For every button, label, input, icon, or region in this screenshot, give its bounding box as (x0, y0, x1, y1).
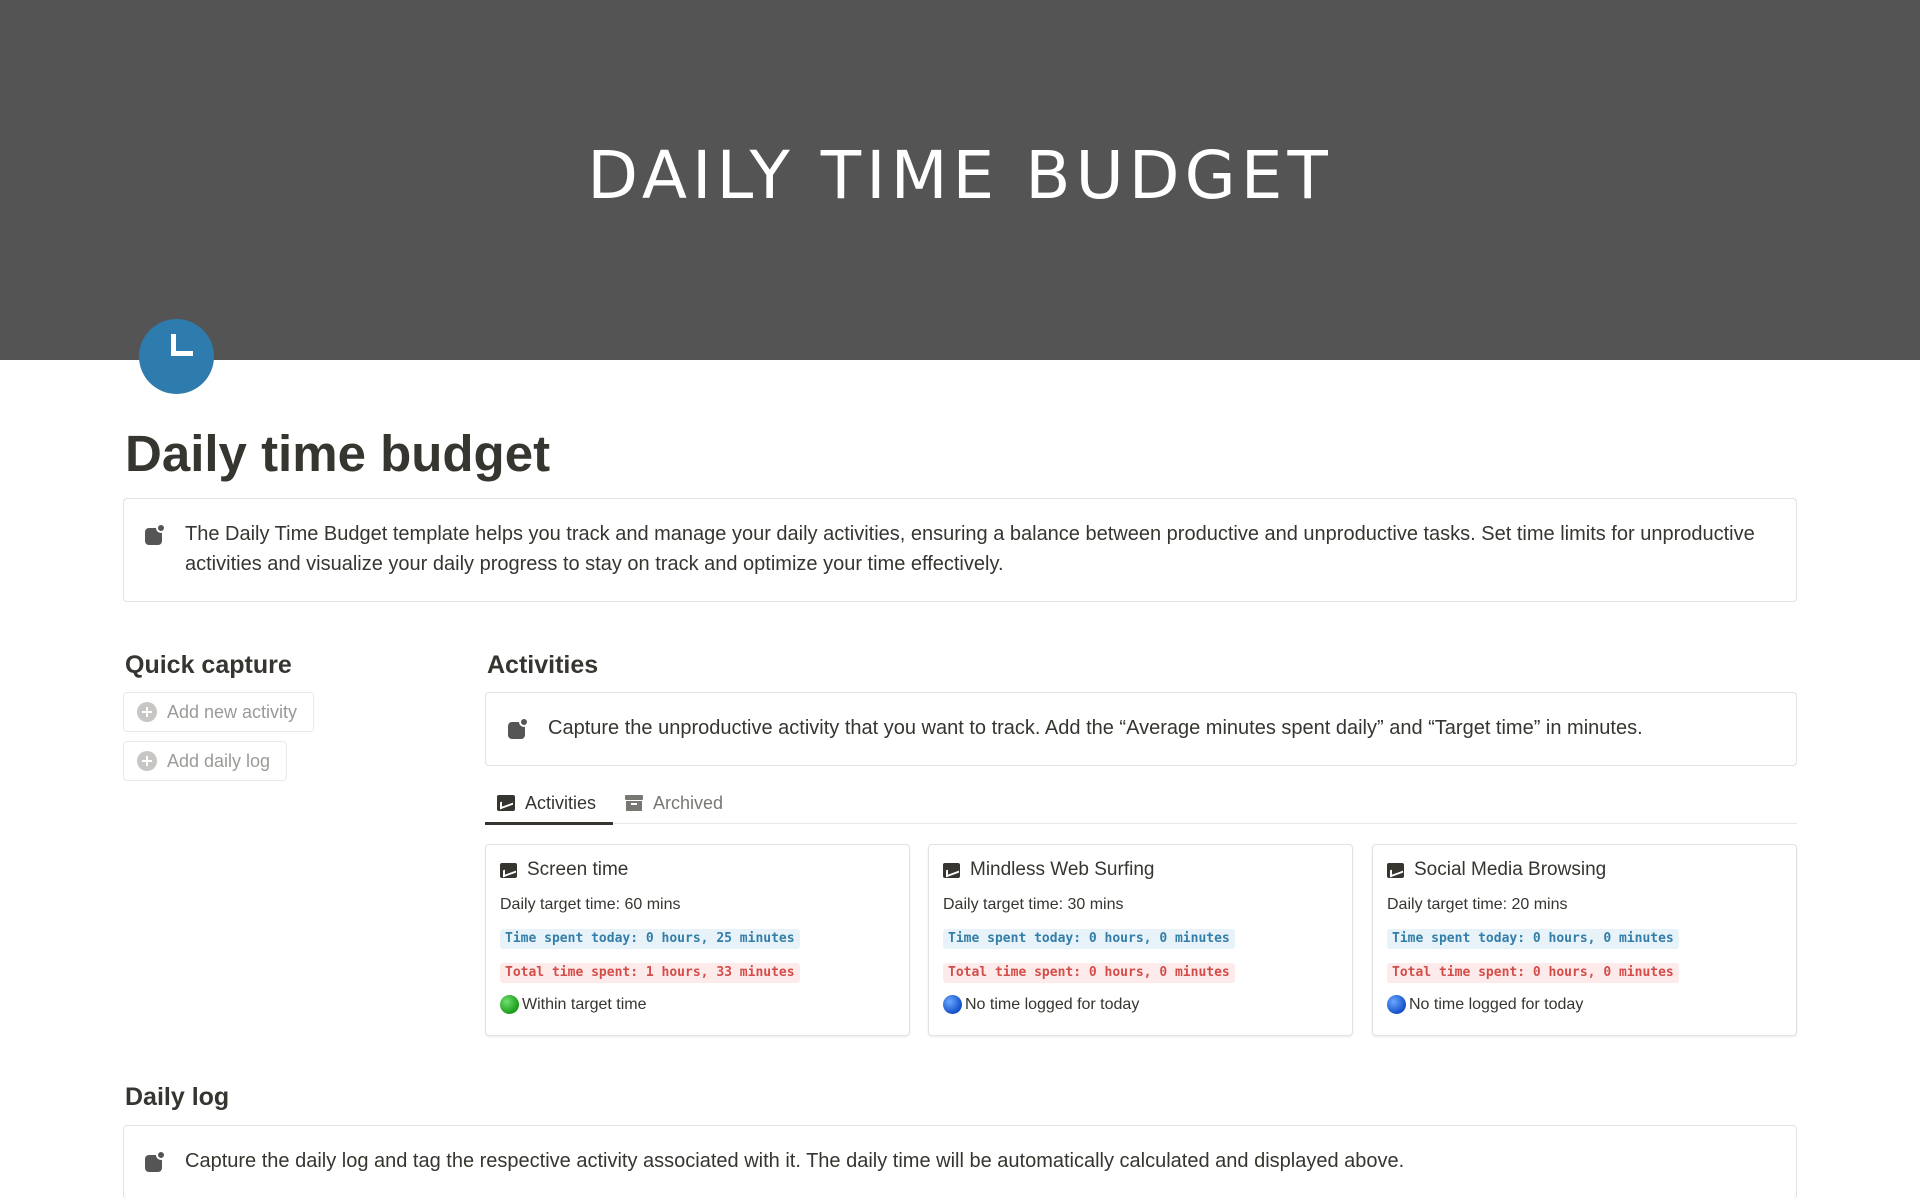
card-status: Within target time (500, 995, 646, 1014)
activity-card[interactable]: Screen time Daily target time: 60 mins T… (485, 844, 910, 1036)
chart-icon (500, 862, 517, 878)
tab-activities-label: Activities (525, 792, 597, 813)
daily-log-heading: Daily log (125, 1083, 230, 1111)
intro-callout: The Daily Time Budget template helps you… (123, 498, 1797, 602)
chart-icon (943, 862, 960, 878)
green-circle-icon (500, 995, 519, 1014)
tab-archived-label: Archived (653, 792, 724, 813)
chart-icon (497, 795, 515, 811)
blue-circle-icon (943, 995, 962, 1014)
activity-card[interactable]: Social Media Browsing Daily target time:… (1372, 844, 1797, 1036)
activities-heading: Activities (487, 651, 599, 679)
card-target: Daily target time: 30 mins (943, 896, 1124, 913)
card-status-text: Within target time (522, 995, 647, 1013)
add-new-activity-button[interactable]: Add new activity (123, 692, 315, 732)
time-today-tag: Time spent today: 0 hours, 0 minutes (1387, 929, 1679, 949)
tab-activities[interactable]: Activities (497, 782, 596, 824)
time-today-tag: Time spent today: 0 hours, 25 minutes (500, 929, 800, 949)
add-daily-log-button[interactable]: Add daily log (123, 741, 288, 781)
total-time-tag: Total time spent: 1 hours, 33 minutes (500, 963, 800, 983)
card-status-text: No time logged for today (965, 995, 1140, 1013)
callout-icon (506, 717, 530, 741)
view-tabs: Activities Archived (485, 782, 1797, 825)
cover-title: DAILY TIME BUDGET (587, 136, 1333, 214)
card-status: No time logged for today (943, 995, 1139, 1014)
add-daily-log-label: Add daily log (167, 750, 271, 771)
card-title-text: Mindless Web Surfing (970, 859, 1155, 880)
card-title: Screen time (500, 859, 628, 881)
clock-icon[interactable] (139, 319, 214, 394)
plus-circle-icon (137, 702, 157, 722)
card-title-text: Screen time (527, 859, 629, 880)
callout-icon (143, 1150, 167, 1174)
add-new-activity-label: Add new activity (167, 701, 298, 722)
archive-icon (625, 795, 643, 811)
active-tab-indicator (485, 822, 613, 825)
cover-banner: DAILY TIME BUDGET (0, 0, 1920, 360)
plus-circle-icon (137, 751, 157, 771)
time-today-tag: Time spent today: 0 hours, 0 minutes (943, 929, 1235, 949)
card-target: Daily target time: 20 mins (1387, 896, 1568, 913)
card-status-text: No time logged for today (1409, 995, 1584, 1013)
page-title[interactable]: Daily time budget (125, 424, 550, 483)
quick-capture-heading: Quick capture (125, 651, 292, 679)
callout-icon (143, 523, 167, 547)
total-time-tag: Total time spent: 0 hours, 0 minutes (1387, 963, 1679, 983)
total-time-tag: Total time spent: 0 hours, 0 minutes (943, 963, 1235, 983)
card-status: No time logged for today (1387, 995, 1583, 1014)
intro-text[interactable]: The Daily Time Budget template helps you… (185, 519, 1776, 579)
card-title: Social Media Browsing (1387, 859, 1606, 881)
activity-card[interactable]: Mindless Web Surfing Daily target time: … (928, 844, 1353, 1036)
daily-log-callout-text[interactable]: Capture the daily log and tag the respec… (185, 1146, 1404, 1176)
blue-circle-icon (1387, 995, 1406, 1014)
card-title-text: Social Media Browsing (1414, 859, 1607, 880)
activities-callout-text[interactable]: Capture the unproductive activity that y… (548, 713, 1643, 743)
card-title: Mindless Web Surfing (943, 859, 1154, 881)
chart-icon (1387, 862, 1404, 878)
activities-callout: Capture the unproductive activity that y… (485, 692, 1797, 766)
tab-archived[interactable]: Archived (625, 782, 723, 824)
card-target: Daily target time: 60 mins (500, 896, 681, 913)
daily-log-callout: Capture the daily log and tag the respec… (123, 1125, 1797, 1199)
